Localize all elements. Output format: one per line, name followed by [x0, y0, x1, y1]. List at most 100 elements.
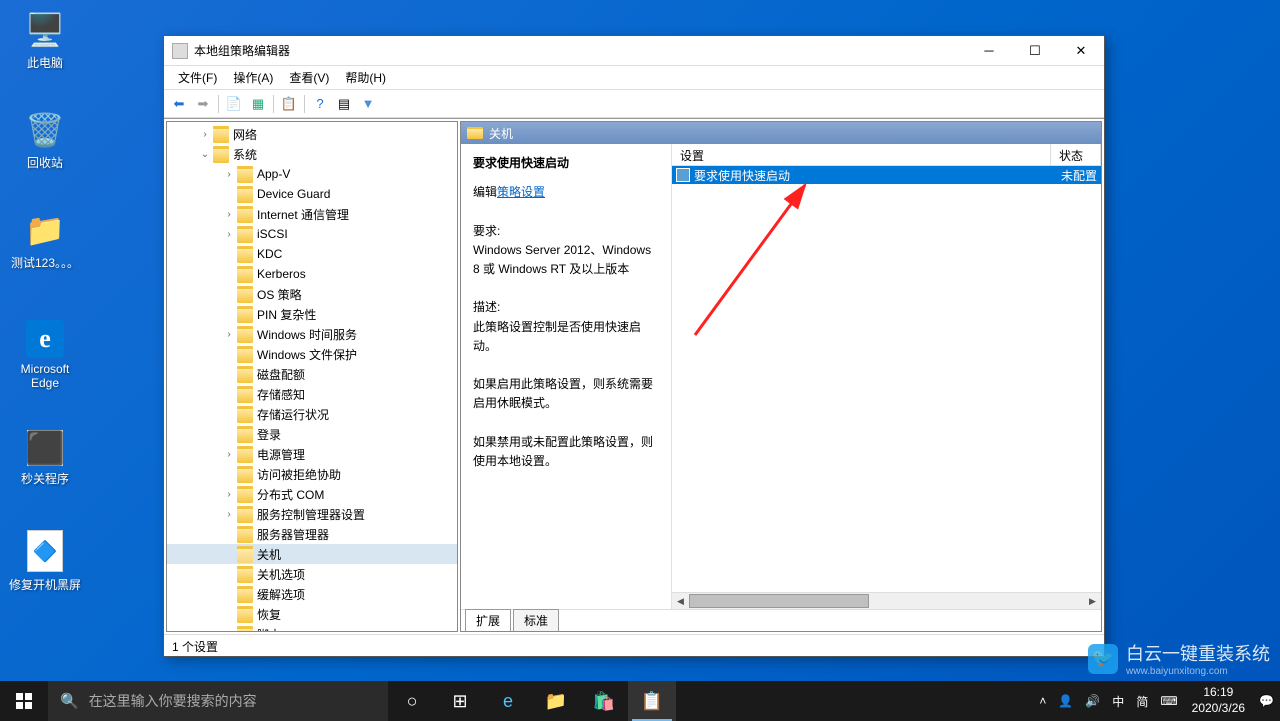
props-button[interactable]: ▤: [333, 93, 355, 115]
tree-node[interactable]: 恢复: [167, 604, 457, 624]
tree-node[interactable]: ›App-V: [167, 164, 457, 184]
desktop-icon-this-pc[interactable]: 🖥️此电脑: [8, 10, 82, 71]
tray-ime-lang[interactable]: 中: [1106, 693, 1130, 710]
taskbar-store-icon[interactable]: 🛍️: [580, 681, 628, 721]
tree-node[interactable]: KDC: [167, 244, 457, 264]
tree-node[interactable]: 缓解选项: [167, 584, 457, 604]
tree-node[interactable]: 关机选项: [167, 564, 457, 584]
watermark-logo-icon: 🐦: [1088, 644, 1118, 674]
detail-column: 要求使用快速启动 编辑策略设置 要求: Windows Server 2012、…: [461, 144, 671, 609]
right-pane: 关机 要求使用快速启动 编辑策略设置 要求: Windows Server 20…: [460, 121, 1102, 632]
tree-node[interactable]: 存储感知: [167, 384, 457, 404]
up-button[interactable]: 📄: [223, 93, 245, 115]
tab-extended[interactable]: 扩展: [465, 609, 511, 631]
taskbar-explorer-icon[interactable]: 📁: [532, 681, 580, 721]
tree-node[interactable]: ›服务控制管理器设置: [167, 504, 457, 524]
tree-node[interactable]: ›iSCSI: [167, 224, 457, 244]
forward-button[interactable]: ➡: [192, 93, 214, 115]
desktop-icon-app2[interactable]: 🔷修复开机黑屏: [8, 530, 82, 593]
description-text: 此策略设置控制是否使用快速启动。: [473, 318, 659, 356]
description-p2: 如果启用此策略设置，则系统需要启用休眠模式。: [473, 375, 659, 413]
menubar: 文件(F) 操作(A) 查看(V) 帮助(H): [164, 66, 1104, 90]
requirements-text: Windows Server 2012、Windows 8 或 Windows …: [473, 241, 659, 279]
menu-file[interactable]: 文件(F): [170, 67, 225, 88]
start-button[interactable]: [0, 681, 48, 721]
desktop-icon-folder[interactable]: 📁测试123。。。: [8, 210, 82, 271]
gpedit-window: 本地组策略编辑器 ─ ☐ ✕ 文件(F) 操作(A) 查看(V) 帮助(H) ⬅…: [163, 35, 1105, 657]
minimize-button[interactable]: ─: [966, 36, 1012, 66]
description-p3: 如果禁用或未配置此策略设置，则使用本地设置。: [473, 433, 659, 471]
tree-node[interactable]: Windows 文件保护: [167, 344, 457, 364]
app-icon: [172, 43, 188, 59]
statusbar: 1 个设置: [164, 634, 1104, 656]
tree-node[interactable]: ›Internet 通信管理: [167, 204, 457, 224]
menu-view[interactable]: 查看(V): [281, 67, 337, 88]
tray-volume-icon[interactable]: 🔊: [1079, 694, 1106, 708]
tree-node[interactable]: ›电源管理: [167, 444, 457, 464]
help-button[interactable]: ?: [309, 93, 331, 115]
close-button[interactable]: ✕: [1058, 36, 1104, 66]
tree-node[interactable]: ›脚本: [167, 624, 457, 631]
titlebar[interactable]: 本地组策略编辑器 ─ ☐ ✕: [164, 36, 1104, 66]
tree-node[interactable]: OS 策略: [167, 284, 457, 304]
tray-keyboard-icon[interactable]: ⌨: [1154, 694, 1183, 708]
desktop-icon-edge[interactable]: eMicrosoft Edge: [8, 320, 82, 390]
policy-list: 设置 状态 要求使用快速启动 未配置 ◀ ▶: [671, 144, 1101, 609]
tree-node[interactable]: PIN 复杂性: [167, 304, 457, 324]
tree-pane: ›网络⌄系统›App-VDevice Guard›Internet 通信管理›i…: [166, 121, 458, 632]
policy-icon: [676, 168, 690, 182]
tree-node[interactable]: ⌄系统: [167, 144, 457, 164]
tray-up-icon[interactable]: ˄: [1033, 694, 1052, 708]
desktop-icon-app1[interactable]: ⬛秒关程序: [8, 430, 82, 487]
search-placeholder: 在这里输入你要搜索的内容: [89, 691, 257, 711]
watermark-text: 白云一键重装系统: [1126, 644, 1270, 664]
taskbar-gpedit-icon[interactable]: 📋: [628, 681, 676, 721]
edit-link-row: 编辑策略设置: [473, 183, 659, 202]
toolbar: ⬅ ➡ 📄 ▦ 📋 ? ▤ ▼: [164, 90, 1104, 118]
tray-clock[interactable]: 16:19 2020/3/26: [1184, 685, 1253, 716]
requirements-label: 要求:: [473, 222, 659, 241]
show-hide-button[interactable]: ▦: [247, 93, 269, 115]
tree-node[interactable]: 服务器管理器: [167, 524, 457, 544]
tree-node[interactable]: ›网络: [167, 124, 457, 144]
menu-action[interactable]: 操作(A): [225, 67, 281, 88]
tab-standard[interactable]: 标准: [513, 609, 559, 631]
col-setting[interactable]: 设置: [672, 144, 1051, 165]
right-pane-header: 关机: [461, 122, 1101, 144]
folder-icon: [467, 127, 483, 139]
export-button[interactable]: 📋: [278, 93, 300, 115]
tree-node[interactable]: 访问被拒绝协助: [167, 464, 457, 484]
tree-node[interactable]: Device Guard: [167, 184, 457, 204]
task-view-icon[interactable]: ⊞: [436, 681, 484, 721]
taskbar-edge-icon[interactable]: e: [484, 681, 532, 721]
policy-name: 要求使用快速启动: [694, 167, 1053, 184]
maximize-button[interactable]: ☐: [1012, 36, 1058, 66]
search-icon: 🔍: [60, 692, 79, 710]
search-box[interactable]: 🔍 在这里输入你要搜索的内容: [48, 681, 388, 721]
tree[interactable]: ›网络⌄系统›App-VDevice Guard›Internet 通信管理›i…: [167, 122, 457, 631]
cortana-icon[interactable]: ○: [388, 681, 436, 721]
menu-help[interactable]: 帮助(H): [337, 67, 394, 88]
filter-button[interactable]: ▼: [357, 93, 379, 115]
policy-row[interactable]: 要求使用快速启动 未配置: [672, 166, 1101, 184]
tray-ime-mode[interactable]: 简: [1130, 693, 1154, 710]
tree-node[interactable]: ›Windows 时间服务: [167, 324, 457, 344]
system-tray: ˄ 👤 🔊 中 简 ⌨ 16:19 2020/3/26 💬: [1033, 681, 1280, 721]
horizontal-scrollbar[interactable]: ◀ ▶: [672, 592, 1101, 609]
tray-people-icon[interactable]: 👤: [1052, 694, 1079, 708]
back-button[interactable]: ⬅: [168, 93, 190, 115]
tree-node[interactable]: 磁盘配额: [167, 364, 457, 384]
desktop-icon-recycle[interactable]: 🗑️回收站: [8, 110, 82, 171]
watermark-url: www.baiyunxitong.com: [1126, 666, 1270, 677]
tree-node[interactable]: ›分布式 COM: [167, 484, 457, 504]
tree-node[interactable]: Kerberos: [167, 264, 457, 284]
tree-node[interactable]: 登录: [167, 424, 457, 444]
list-header: 设置 状态: [672, 144, 1101, 166]
tree-node[interactable]: 关机: [167, 544, 457, 564]
taskbar: 🔍 在这里输入你要搜索的内容 ○ ⊞ e 📁 🛍️ 📋 ˄ 👤 🔊 中 简 ⌨ …: [0, 681, 1280, 721]
edit-policy-link[interactable]: 策略设置: [497, 185, 545, 199]
col-state[interactable]: 状态: [1051, 144, 1101, 165]
watermark: 🐦 白云一键重装系统 www.baiyunxitong.com: [1088, 640, 1270, 677]
tree-node[interactable]: 存储运行状况: [167, 404, 457, 424]
tray-notifications-icon[interactable]: 💬: [1253, 694, 1280, 708]
